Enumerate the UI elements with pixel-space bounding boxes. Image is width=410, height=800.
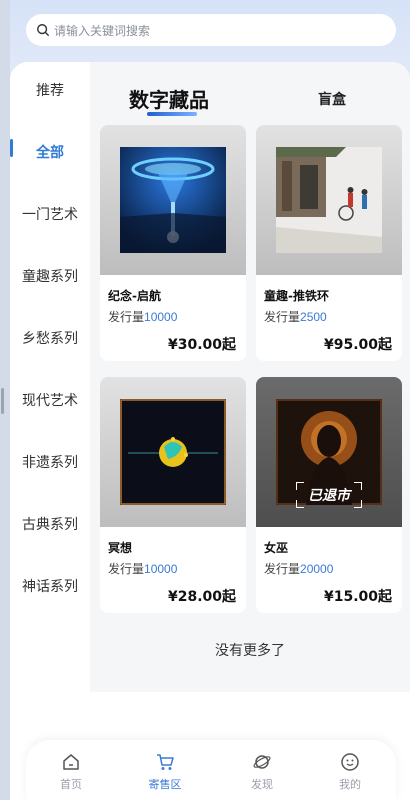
product-price: ¥95.00起 (323, 337, 392, 353)
tabbar-item-consign[interactable]: 寄售区 (135, 752, 195, 792)
sidebar-item-childhood[interactable]: 童趣系列 (10, 266, 90, 286)
issue-count: 10000 (144, 310, 178, 324)
delisted-badge: 已退市 (296, 482, 362, 508)
product-issue: 发行量20000 (264, 562, 334, 576)
sidebar-item-heritage[interactable]: 非遗系列 (10, 452, 90, 472)
product-issue: 发行量10000 (108, 310, 178, 324)
left-edge-strip (0, 0, 10, 800)
cart-icon (157, 754, 174, 770)
artwork-image (276, 147, 382, 253)
product-name: 女巫 (264, 541, 289, 555)
product-card[interactable]: 童趣-推铁环 发行量2500 ¥95.00起 (256, 125, 402, 361)
issue-count: 2500 (300, 310, 327, 324)
no-more-text: 没有更多了 (215, 643, 285, 659)
tab-underline (147, 112, 197, 116)
tab-digital-collectibles[interactable]: 数字藏品 (129, 84, 209, 113)
product-issue: 发行量2500 (264, 310, 327, 324)
artwork-image (120, 147, 226, 253)
product-image (256, 125, 402, 275)
scroll-handle[interactable] (1, 388, 4, 414)
search-input[interactable]: 请输入关键词搜索 (26, 14, 396, 46)
planet-icon (253, 755, 271, 769)
issue-count: 20000 (300, 562, 334, 576)
issue-count: 10000 (144, 562, 178, 576)
product-image (100, 125, 246, 275)
product-image: 已退市 (256, 377, 402, 527)
product-card[interactable]: 已退市 女巫 发行量20000 ¥15.00起 (256, 377, 402, 613)
product-image (100, 377, 246, 527)
product-price: ¥28.00起 (167, 589, 236, 605)
artwork-image (120, 399, 226, 505)
search-placeholder: 请输入关键词搜索 (54, 23, 151, 38)
smiley-icon (341, 753, 359, 771)
product-name: 纪念-启航 (108, 289, 161, 303)
tab-blind-box[interactable]: 盲盒 (318, 89, 346, 109)
product-price: ¥15.00起 (323, 589, 392, 605)
search-icon (37, 24, 49, 36)
sidebar-item-art[interactable]: 一门艺术 (10, 204, 90, 224)
product-name: 冥想 (108, 541, 133, 555)
sidebar-item-classical[interactable]: 古典系列 (10, 514, 90, 534)
sidebar-item-mythology[interactable]: 神话系列 (10, 576, 90, 596)
product-name: 童趣-推铁环 (264, 289, 329, 303)
product-price: ¥30.00起 (167, 337, 236, 353)
tabbar-item-discover[interactable]: 发现 (232, 752, 292, 792)
tabbar-item-home[interactable]: 首页 (41, 752, 101, 792)
bottom-tabbar: 首页 寄售区 发现 我的 (26, 740, 396, 800)
product-card[interactable]: 冥想 发行量10000 ¥28.00起 (100, 377, 246, 613)
sidebar-item-all[interactable]: 全部 (10, 142, 90, 162)
home-icon (63, 754, 79, 770)
sidebar-item-nostalgia[interactable]: 乡愁系列 (10, 328, 90, 348)
product-card[interactable]: 纪念-启航 发行量10000 ¥30.00起 (100, 125, 246, 361)
category-sidebar: 推荐 全部 一门艺术 童趣系列 乡愁系列 现代艺术 非遗系列 古典系列 神话系列 (10, 62, 90, 692)
product-issue: 发行量10000 (108, 562, 178, 576)
sidebar-item-modern-art[interactable]: 现代艺术 (10, 390, 90, 410)
tabbar-item-mine[interactable]: 我的 (320, 752, 380, 792)
sidebar-item-recommend[interactable]: 推荐 (10, 80, 90, 100)
